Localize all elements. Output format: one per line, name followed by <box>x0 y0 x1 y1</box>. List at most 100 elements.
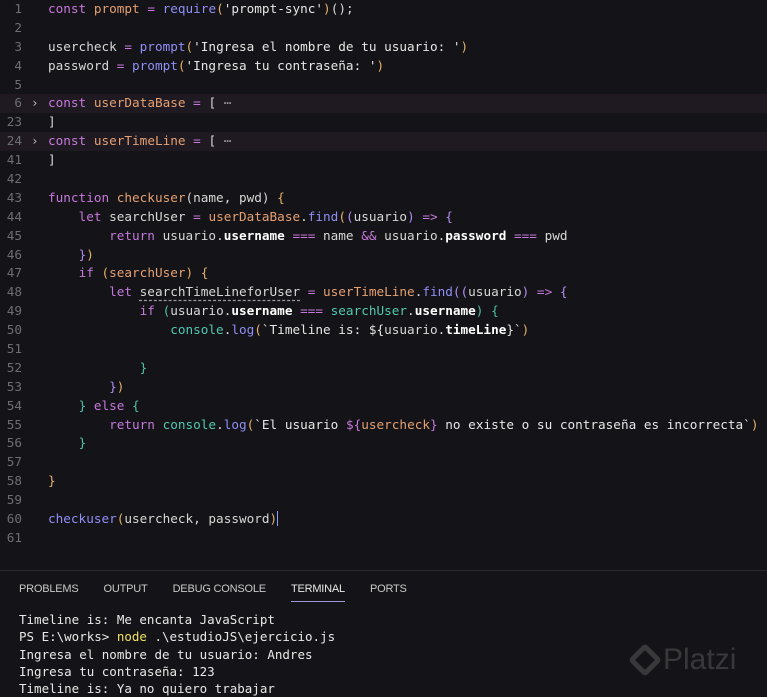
line-number: 59 <box>6 492 22 508</box>
code-token: userTimeLine <box>323 284 415 300</box>
code-line[interactable]: 59 <box>0 491 767 510</box>
code-token: password <box>48 57 117 73</box>
bottom-panel: PROBLEMS OUTPUT DEBUG CONSOLE TERMINAL PORTS… <box>0 570 767 696</box>
code-line[interactable]: 56 } <box>0 434 767 453</box>
code-token: ] <box>48 114 56 130</box>
code-token: searchUser <box>109 208 194 224</box>
code-token: ( <box>338 208 346 224</box>
code-line[interactable]: 52 } <box>0 359 767 378</box>
code-token: function <box>48 189 117 205</box>
line-number: 4 <box>14 57 22 73</box>
code-text: const userDataBase = [ ⋯ <box>48 94 231 113</box>
code-line[interactable]: 2 <box>0 19 767 38</box>
line-number: 43 <box>6 189 22 205</box>
line-number: 42 <box>6 171 22 187</box>
code-token: log <box>231 322 255 338</box>
code-token: [ <box>208 95 224 111</box>
terminal-line: Ingresa el nombre de tu usuario: Andres <box>19 646 313 662</box>
terminal-output[interactable]: Timeline is: Me encanta JavaScript PS E:… <box>19 611 335 697</box>
code-line[interactable]: 51 <box>0 340 767 359</box>
code-line[interactable]: 5 <box>0 76 767 95</box>
code-token: } <box>429 416 438 432</box>
code-line[interactable]: 23] <box>0 113 767 132</box>
code-text: }) <box>48 246 94 265</box>
line-number: 5 <box>14 76 22 92</box>
code-token: { <box>559 284 568 300</box>
tab-output[interactable]: OUTPUT <box>104 583 148 602</box>
tab-terminal[interactable]: TERMINAL <box>290 583 345 602</box>
code-token: = <box>124 38 140 54</box>
code-text: let searchTimeLineforUser = userTimeLine… <box>48 283 568 302</box>
code-token: ) <box>116 378 125 394</box>
code-token: } <box>78 397 94 413</box>
code-token: ( <box>254 322 262 338</box>
code-text: console.log(`Timeline is: ${usuario.time… <box>48 321 529 340</box>
code-line[interactable]: 57 <box>0 453 767 472</box>
code-token: userDataBase <box>93 95 186 111</box>
code-line[interactable]: 42 <box>0 170 767 189</box>
code-line[interactable]: 49 if (usuario.username === searchUser.u… <box>0 302 767 321</box>
code-line[interactable]: 53 }) <box>0 378 767 397</box>
code-line[interactable]: 58} <box>0 472 767 491</box>
line-number: 58 <box>6 473 22 489</box>
code-token: && <box>361 227 377 243</box>
code-line[interactable]: 41] <box>0 151 767 170</box>
fold-chevron-icon[interactable]: › <box>31 94 39 113</box>
code-line[interactable]: 61 <box>0 529 767 548</box>
tab-ports[interactable]: PORTS <box>370 583 407 602</box>
code-line[interactable]: 24 › const userTimeLine = [ ⋯ <box>0 132 767 152</box>
code-token: usuario. <box>170 303 232 319</box>
fold-chevron-icon[interactable]: › <box>31 132 39 151</box>
code-line[interactable]: 45 return usuario.username === name && u… <box>0 227 767 246</box>
line-number: 41 <box>6 152 22 168</box>
code-line[interactable]: 55 return console.log(`El usuario ${user… <box>0 416 767 435</box>
code-token: = <box>185 133 209 149</box>
code-text: let searchUser = userDataBase.find((usua… <box>48 208 453 227</box>
code-line[interactable]: 60 checkuser(usercheck, password) <box>0 510 767 529</box>
code-line[interactable]: 46 }) <box>0 246 767 265</box>
code-token: usuario. <box>384 322 446 338</box>
code-text: } <box>48 359 148 378</box>
code-line[interactable]: 48 let searchTimeLineforUser = userTimeL… <box>0 283 767 302</box>
code-token: = <box>116 57 133 73</box>
code-token: return <box>109 416 163 432</box>
code-token: = <box>193 208 209 224</box>
code-line[interactable]: 50 console.log(`Timeline is: ${usuario.t… <box>0 321 767 340</box>
code-line[interactable]: 43 function checkuser(name, pwd) { <box>0 189 767 208</box>
code-text: password = prompt('Ingresa tu contraseña… <box>48 57 384 76</box>
tab-debug-console[interactable]: DEBUG CONSOLE <box>173 583 267 602</box>
code-token: } <box>139 359 148 375</box>
code-line[interactable]: 1 const prompt = require('prompt-sync')()… <box>0 0 767 19</box>
code-line[interactable]: 47 if (searchUser) { <box>0 264 767 283</box>
line-number: 55 <box>6 416 22 432</box>
line-number: 51 <box>6 341 22 357</box>
code-token: usuario <box>468 284 522 300</box>
code-line[interactable]: 3 usercheck = prompt('Ingresa el nombre d… <box>0 38 767 57</box>
code-line[interactable]: 6 › const userDataBase = [ ⋯ <box>0 94 767 114</box>
code-line[interactable]: 44 let searchUser = userDataBase.find((u… <box>0 208 767 227</box>
code-token: ) <box>521 322 530 338</box>
line-number: 52 <box>6 359 22 375</box>
code-editor[interactable]: 1 const prompt = require('prompt-sync')()… <box>0 0 767 562</box>
code-token: ( <box>216 1 224 16</box>
tab-problems[interactable]: PROBLEMS <box>19 583 79 602</box>
code-line[interactable]: 54 } else { <box>0 397 767 416</box>
code-token: ) <box>750 416 759 432</box>
code-token: { <box>132 397 140 413</box>
code-token: ) <box>460 38 469 54</box>
code-token: require <box>162 1 217 16</box>
line-number: 56 <box>6 435 22 451</box>
platzi-watermark: Platzi <box>628 643 736 677</box>
code-token: usuario. <box>162 227 224 243</box>
code-token: userDataBase <box>208 208 301 224</box>
code-text: if (searchUser) { <box>48 264 209 283</box>
code-line[interactable]: 4 password = prompt('Ingresa tu contraseñ… <box>0 57 767 76</box>
